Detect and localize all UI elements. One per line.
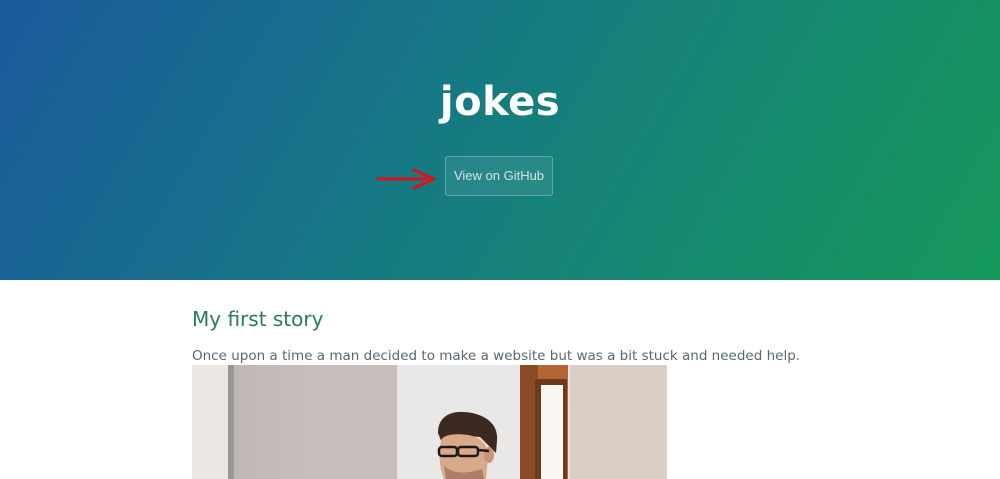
photo-illustration — [192, 365, 667, 479]
red-arrow-icon — [376, 168, 436, 190]
main-content: My first story Once upon a time a man de… — [192, 280, 812, 479]
story-text: Once upon a time a man decided to make a… — [192, 348, 801, 364]
page-header: jokes View on GitHub — [0, 0, 1000, 280]
view-on-github-button[interactable]: View on GitHub — [445, 156, 553, 196]
story-title: My first story — [192, 307, 324, 331]
story-photo — [192, 365, 667, 479]
project-name: jokes — [439, 79, 561, 125]
